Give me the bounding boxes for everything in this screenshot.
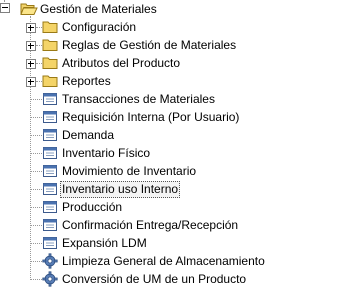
window-icon bbox=[42, 235, 58, 251]
tree-node-limpieza-almacenamiento[interactable]: Limpieza General de Almacenamiento bbox=[42, 252, 267, 270]
folder-icon bbox=[42, 37, 58, 53]
expand-toggle[interactable] bbox=[26, 23, 36, 33]
tree-line bbox=[30, 189, 42, 190]
tree-node-gestion-materiales[interactable]: Gestión de Materiales bbox=[20, 0, 159, 18]
tree-node-label: Reglas de Gestión de Materiales bbox=[62, 37, 237, 52]
tree-node-expansion-ldm[interactable]: Expansión LDM bbox=[42, 234, 149, 252]
tree-line bbox=[30, 135, 42, 136]
tree-node-label: Demanda bbox=[62, 127, 115, 142]
tree-node-label: Inventario Físico bbox=[62, 145, 151, 160]
folder-icon bbox=[42, 73, 58, 89]
expand-toggle[interactable] bbox=[26, 41, 36, 51]
window-icon bbox=[42, 163, 58, 179]
process-gear-icon bbox=[42, 271, 58, 287]
tree-node-requisicion-interna[interactable]: Requisición Interna (Por Usuario) bbox=[42, 108, 241, 126]
folder-icon bbox=[42, 55, 58, 71]
tree-node-label: Configuración bbox=[62, 19, 137, 34]
tree-line bbox=[30, 261, 42, 262]
tree-line bbox=[30, 171, 42, 172]
window-icon bbox=[42, 109, 58, 125]
folder-open-icon bbox=[20, 1, 38, 17]
tree-node-label: Requisición Interna (Por Usuario) bbox=[62, 109, 240, 124]
window-icon bbox=[42, 91, 58, 107]
process-gear-icon bbox=[42, 253, 58, 269]
tree-line bbox=[30, 243, 42, 244]
tree-node-label: Expansión LDM bbox=[62, 235, 147, 250]
tree-node-conversion-um[interactable]: Conversión de UM de un Producto bbox=[42, 270, 248, 288]
collapse-toggle[interactable] bbox=[0, 3, 10, 13]
expand-toggle[interactable] bbox=[26, 77, 36, 87]
tree-node-transacciones-materiales[interactable]: Transacciones de Materiales bbox=[42, 90, 217, 108]
tree-line bbox=[30, 16, 31, 278]
menu-tree: Gestión de Materiales Configuración Regl… bbox=[0, 0, 350, 291]
window-icon bbox=[42, 145, 58, 161]
tree-node-inventario-uso-interno[interactable]: Inventario uso Interno bbox=[42, 180, 181, 198]
window-icon bbox=[42, 199, 58, 215]
folder-icon bbox=[42, 19, 58, 35]
tree-node-label: Limpieza General de Almacenamiento bbox=[62, 253, 265, 268]
tree-node-label: Gestión de Materiales bbox=[40, 1, 157, 16]
tree-node-atributos-producto[interactable]: Atributos del Producto bbox=[42, 54, 182, 72]
window-icon bbox=[42, 181, 58, 197]
tree-node-label: Confirmación Entrega/Recepción bbox=[62, 217, 239, 232]
expand-toggle[interactable] bbox=[26, 59, 36, 69]
window-icon bbox=[42, 127, 58, 143]
tree-node-confirmacion-entrega[interactable]: Confirmación Entrega/Recepción bbox=[42, 216, 240, 234]
tree-node-label: Reportes bbox=[62, 73, 111, 88]
tree-line bbox=[30, 207, 42, 208]
tree-node-label: Atributos del Producto bbox=[62, 55, 181, 70]
tree-node-reglas-gestion[interactable]: Reglas de Gestión de Materiales bbox=[42, 36, 238, 54]
tree-line bbox=[30, 117, 42, 118]
tree-line bbox=[30, 99, 42, 100]
tree-node-demanda[interactable]: Demanda bbox=[42, 126, 116, 144]
tree-node-label: Producción bbox=[62, 199, 123, 214]
tree-node-movimiento-inventario[interactable]: Movimiento de Inventario bbox=[42, 162, 198, 180]
tree-node-label: Conversión de UM de un Producto bbox=[62, 271, 247, 286]
tree-node-reportes[interactable]: Reportes bbox=[42, 72, 113, 90]
tree-node-produccion[interactable]: Producción bbox=[42, 198, 124, 216]
tree-line bbox=[30, 225, 42, 226]
tree-node-label-selected: Inventario uso Interno bbox=[60, 180, 181, 198]
tree-line bbox=[30, 153, 42, 154]
tree-node-inventario-fisico[interactable]: Inventario Físico bbox=[42, 144, 152, 162]
window-icon bbox=[42, 217, 58, 233]
tree-node-label: Transacciones de Materiales bbox=[62, 91, 215, 106]
tree-node-label: Movimiento de Inventario bbox=[62, 163, 197, 178]
tree-line bbox=[30, 279, 42, 280]
tree-node-configuracion[interactable]: Configuración bbox=[42, 18, 138, 36]
